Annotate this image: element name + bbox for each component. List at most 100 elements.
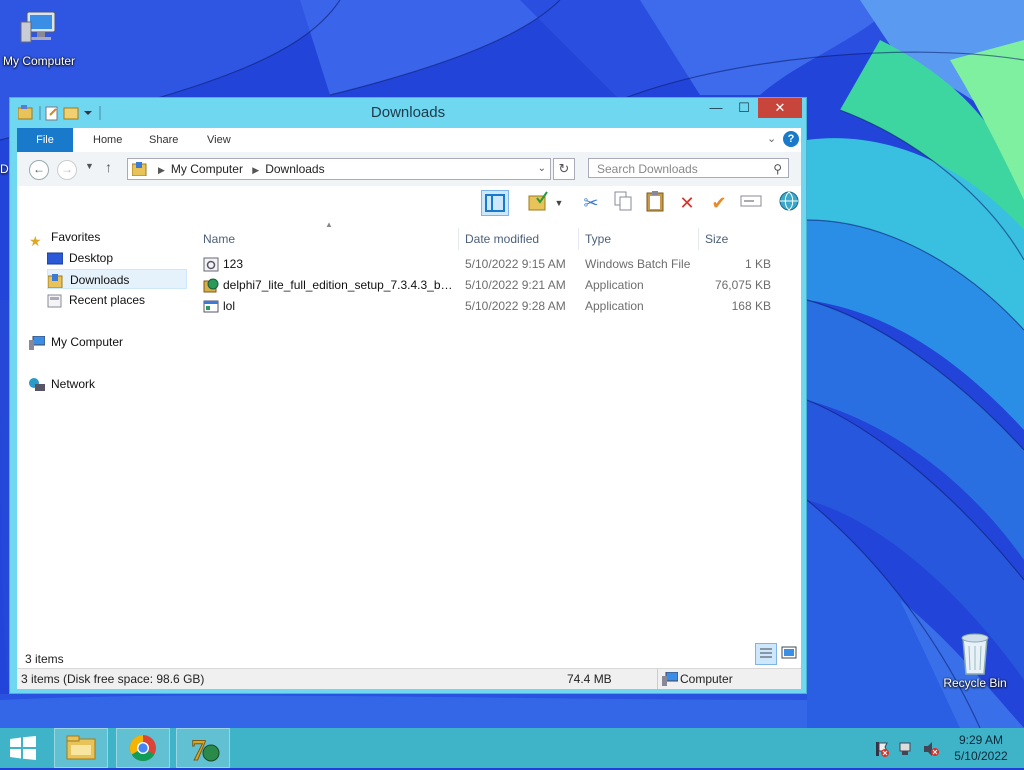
nav-network[interactable]: Network <box>29 374 181 394</box>
nav-desktop[interactable]: Desktop <box>47 248 187 268</box>
expand-ribbon-icon[interactable]: ⌄ <box>767 132 776 145</box>
column-header-date-modified[interactable]: Date modified <box>459 228 579 250</box>
file-name: delphi7_lite_full_edition_setup_7.3.4.3_… <box>223 278 455 292</box>
search-placeholder: Search Downloads <box>597 162 698 176</box>
paste-icon[interactable] <box>641 190 669 216</box>
action-center-icon <box>876 742 889 757</box>
column-header-name[interactable]: Name <box>197 228 459 250</box>
back-button[interactable]: ← <box>29 160 49 180</box>
nav-my-computer[interactable]: My Computer <box>29 332 181 352</box>
volume-muted-icon <box>924 742 939 756</box>
file-explorer-icon <box>66 735 96 760</box>
details-view-icon <box>760 648 772 658</box>
recycle-bin-icon <box>953 630 997 675</box>
clock-date: 5/10/2022 <box>954 749 1008 763</box>
selection-size: 74.4 MB <box>567 672 612 686</box>
large-icons-view-button[interactable] <box>779 643 801 665</box>
taskbar: 7 9:29 AM 5/10/2022 <box>0 728 1024 768</box>
checkmark-icon[interactable]: ✔ <box>705 190 733 216</box>
chevron-down-icon[interactable]: ⌄ <box>538 159 546 179</box>
cut-icon[interactable]: ✂ <box>577 190 605 216</box>
file-type: Application <box>585 278 644 292</box>
title-bar[interactable]: Downloads — ☐ ✕ <box>10 98 806 128</box>
file-size: 76,075 KB <box>714 278 771 292</box>
globe-icon[interactable] <box>775 190 803 216</box>
copy-icon[interactable] <box>609 190 637 216</box>
downloads-folder-icon <box>48 273 63 288</box>
folder-options-button[interactable] <box>525 190 553 216</box>
file-type: Windows Batch File <box>585 257 691 271</box>
large-icons-view-icon <box>781 646 797 659</box>
network-status-icon <box>899 742 911 755</box>
delete-icon[interactable]: ✕ <box>673 190 701 216</box>
system-clock[interactable]: 9:29 AM 5/10/2022 <box>946 732 1016 764</box>
desktop-icon-recycle-bin[interactable]: Recycle Bin <box>933 630 1017 690</box>
desktop-partial-label: D <box>0 162 9 176</box>
maximize-button[interactable]: ☐ <box>730 98 758 118</box>
breadcrumb-item[interactable]: My Computer <box>171 162 243 176</box>
desktop-icon-my-computer[interactable]: My Computer <box>0 8 81 68</box>
file-type: Application <box>585 299 644 313</box>
breadcrumb-item[interactable]: Downloads <box>265 162 324 176</box>
star-icon: ★ <box>29 232 42 249</box>
taskbar-chrome[interactable] <box>116 728 170 768</box>
file-size: 168 KB <box>731 299 771 313</box>
system-tray <box>872 740 942 761</box>
column-header-size[interactable]: Size <box>699 228 791 250</box>
desktop-icon-label: Recycle Bin <box>943 676 1007 690</box>
file-row[interactable]: 123 5/10/2022 9:15 AM Windows Batch File… <box>195 254 791 275</box>
tab-share[interactable]: Share <box>137 128 190 152</box>
file-name: 123 <box>223 257 244 271</box>
search-input[interactable]: Search Downloads ⚲ <box>588 158 789 178</box>
zone-computer: Computer <box>657 669 820 689</box>
status-bar: 3 items (Disk free space: 98.6 GB) 74.4 … <box>17 668 801 689</box>
rename-icon[interactable] <box>737 190 765 216</box>
desktop-icon-label: My Computer <box>2 54 76 68</box>
file-row[interactable]: delphi7_lite_full_edition_setup_7.3.4.3_… <box>195 275 791 296</box>
computer-icon <box>662 672 678 686</box>
network-icon <box>29 377 45 391</box>
nav-recent-places[interactable]: Recent places <box>47 290 187 310</box>
taskbar-file-explorer[interactable] <box>54 728 108 768</box>
recent-locations-dropdown[interactable]: ▼ <box>85 161 94 171</box>
app-icon <box>203 300 219 313</box>
recent-places-icon <box>47 294 62 308</box>
window-title: Downloads <box>370 104 446 121</box>
address-bar[interactable]: ▶ My Computer ▶ Downloads ⌄ <box>127 158 551 180</box>
chrome-icon <box>129 734 156 762</box>
folder-icon <box>132 162 147 176</box>
minimize-button[interactable]: — <box>702 98 730 118</box>
forward-button[interactable]: → <box>57 160 77 180</box>
tab-view[interactable]: View <box>195 128 243 152</box>
file-date: 5/10/2022 9:21 AM <box>465 278 566 292</box>
start-button[interactable] <box>8 736 38 760</box>
details-view-button[interactable] <box>755 643 777 665</box>
breadcrumb: ▶ My Computer ▶ Downloads <box>158 162 325 176</box>
refresh-button[interactable]: ↻ <box>553 158 575 180</box>
setup-app-icon <box>203 278 219 293</box>
explorer-window: Downloads — ☐ ✕ File Home Share View ⌄ ?… <box>9 97 807 694</box>
folder-options-dropdown[interactable]: ▼ <box>551 190 567 216</box>
help-icon[interactable]: ? <box>783 131 799 147</box>
column-header-type[interactable]: Type <box>579 228 699 250</box>
up-button[interactable]: ↑ <box>105 159 112 175</box>
taskbar-delphi[interactable]: 7 <box>176 728 230 768</box>
windows-logo-icon <box>10 736 36 760</box>
command-toolbar: ▼ ✂ ✕ ✔ <box>17 186 801 221</box>
preview-pane-button[interactable] <box>481 190 509 216</box>
item-count: 3 items <box>25 652 64 666</box>
close-button[interactable]: ✕ <box>758 98 802 118</box>
desktop-folder-icon <box>47 252 63 265</box>
tab-home[interactable]: Home <box>81 128 134 152</box>
computer-icon <box>29 335 45 350</box>
search-icon: ⚲ <box>773 162 782 176</box>
file-row[interactable]: lol 5/10/2022 9:28 AM Application 168 KB <box>195 296 791 317</box>
delphi-icon: 7 <box>191 734 220 768</box>
address-row: ← → ▼ ↑ ▶ My Computer ▶ Downloads ⌄ ↻ Sear… <box>17 152 801 186</box>
nav-favorites[interactable]: ★ Favorites <box>29 227 181 249</box>
file-name: lol <box>223 299 236 313</box>
clock-time: 9:29 AM <box>958 733 1004 747</box>
tab-file[interactable]: File <box>17 128 73 152</box>
nav-downloads[interactable]: Downloads <box>47 269 187 289</box>
ribbon-tabs: File Home Share View ⌄ ? <box>17 128 801 152</box>
